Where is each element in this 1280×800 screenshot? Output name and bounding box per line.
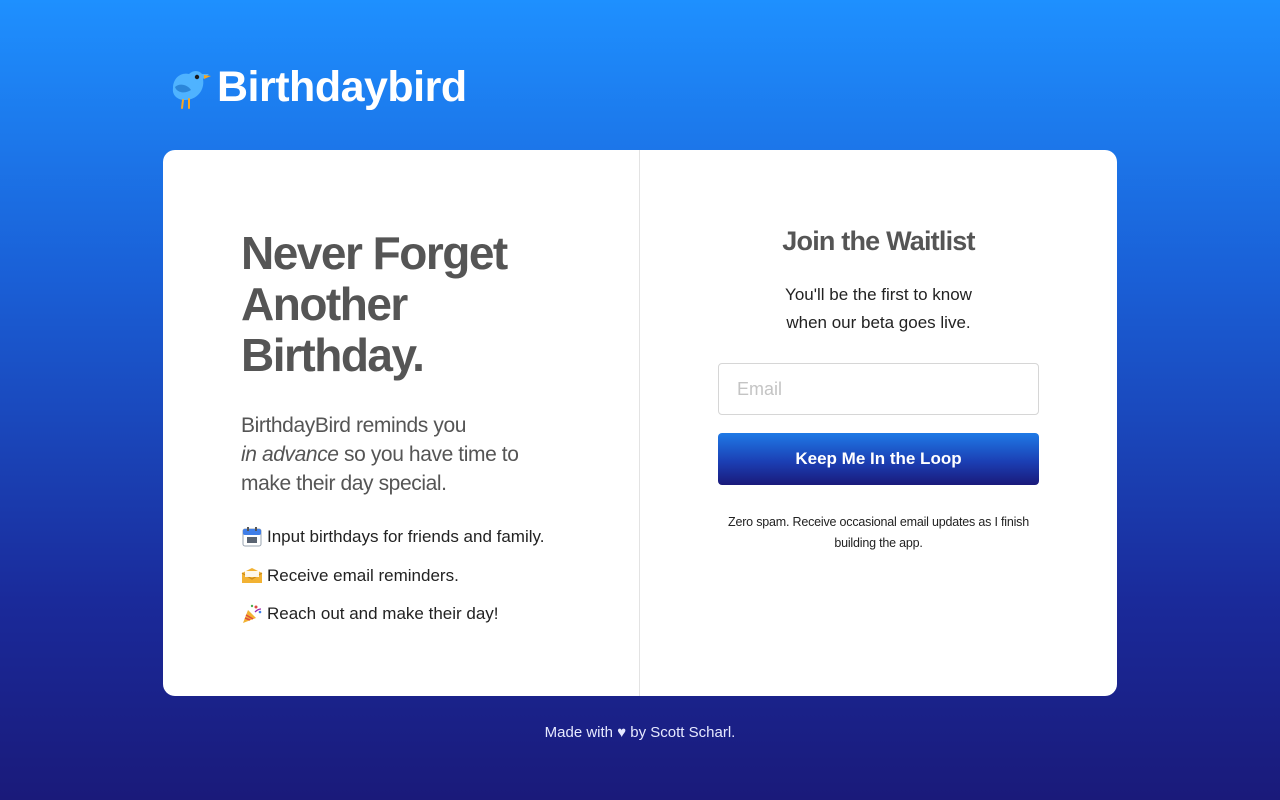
feature-text: Reach out and make their day! — [267, 604, 499, 624]
feature-text: Input birthdays for friends and family. — [267, 527, 545, 547]
hero-title-line2: Another — [241, 278, 408, 330]
feature-text: Receive email reminders. — [267, 565, 459, 585]
feature-list: Input birthdays for friends and family. … — [241, 518, 639, 634]
site-header: Birthdaybird — [165, 62, 467, 112]
main-card: Never Forget Another Birthday. BirthdayB… — [163, 150, 1117, 696]
spam-disclaimer: Zero spam. Receive occasional email upda… — [718, 512, 1039, 554]
feature-item: Reach out and make their day! — [241, 595, 639, 634]
hero-title: Never Forget Another Birthday. — [241, 228, 561, 381]
hero-title-line1: Never Forget — [241, 227, 508, 279]
keep-me-in-the-loop-button[interactable]: Keep Me In the Loop — [718, 433, 1039, 485]
calendar-icon — [241, 526, 263, 548]
waitlist-title: Join the Waitlist — [782, 226, 975, 256]
brand-name[interactable]: Birthdaybird — [217, 63, 467, 112]
feature-item: Input birthdays for friends and family. — [241, 518, 639, 557]
waitlist-description: You'll be the first to know when our bet… — [718, 281, 1039, 337]
waitlist-desc-line2: when our beta goes live. — [786, 313, 971, 332]
disclaimer-line1: Zero spam. Receive occasional email upda… — [728, 515, 1029, 529]
waitlist-desc-line1: You'll be the first to know — [785, 285, 972, 304]
hero-section: Never Forget Another Birthday. BirthdayB… — [163, 150, 640, 696]
email-field[interactable] — [718, 363, 1039, 415]
author-link[interactable]: Scott Scharl. — [650, 724, 735, 741]
hero-subtitle-emphasis: in advance — [241, 443, 339, 466]
bird-icon — [165, 62, 215, 112]
site-footer: Made with ♥ by Scott Scharl. — [0, 724, 1280, 741]
feature-item: Receive email reminders. — [241, 557, 639, 596]
hero-subtitle: BirthdayBird reminds you in advance so y… — [241, 411, 561, 498]
footer-prefix: Made with — [544, 724, 614, 741]
footer-by: by — [630, 724, 647, 741]
disclaimer-line2: building the app. — [834, 536, 923, 550]
hero-subtitle-pre: BirthdayBird reminds you — [241, 414, 466, 437]
heart-icon: ♥ — [617, 724, 627, 741]
envelope-icon — [241, 565, 263, 587]
waitlist-section: Join the Waitlist You'll be the first to… — [640, 150, 1117, 696]
party-popper-icon — [241, 603, 263, 625]
hero-title-line3: Birthday. — [241, 329, 425, 381]
